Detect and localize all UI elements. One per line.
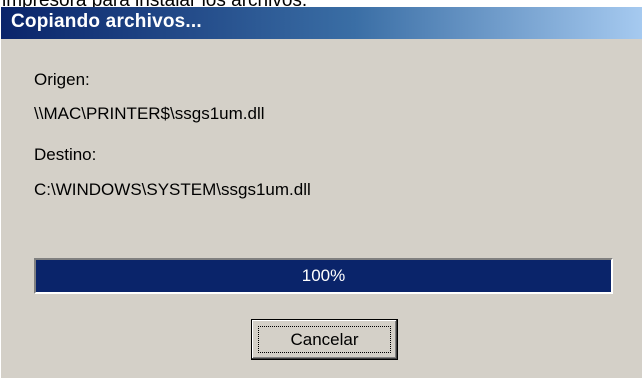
cancel-button-label: Cancelar — [290, 330, 359, 349]
source-label: Origen: — [34, 70, 90, 89]
progress-percent-text: 100% — [301, 266, 346, 285]
destination-path: C:\WINDOWS\SYSTEM\ssgs1um.dll — [34, 180, 311, 199]
dialog-title: Copiando archivos... — [11, 11, 202, 32]
source-path: \\MAC\PRINTER$\ssgs1um.dll — [34, 104, 265, 123]
dialog-titlebar[interactable]: Copiando archivos... — [1, 7, 642, 39]
cancel-button[interactable]: Cancelar — [251, 319, 398, 360]
destination-label: Destino: — [34, 145, 97, 164]
copy-progress-bar: 100% — [34, 258, 613, 294]
copy-files-dialog: Copiando archivos... Origen: \\MAC\PRINT… — [0, 7, 642, 378]
